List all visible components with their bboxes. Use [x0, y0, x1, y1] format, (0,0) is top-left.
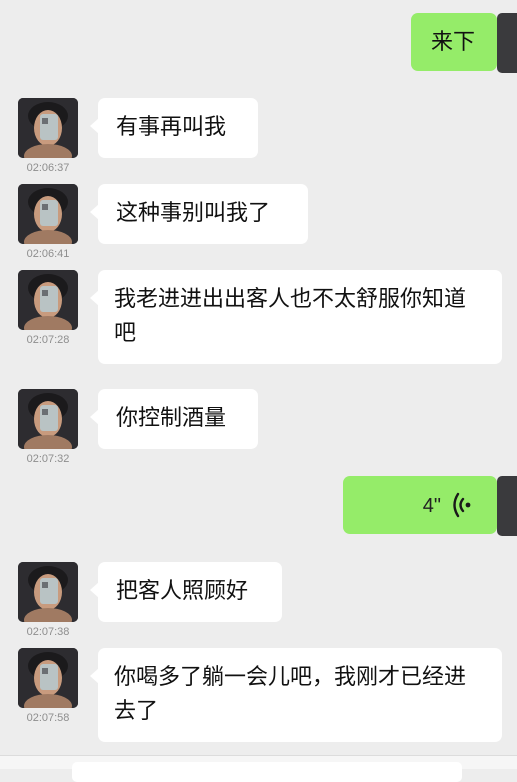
contact-avatar-icon[interactable] [18, 648, 78, 708]
message-incoming: 02:07:58 你喝多了躺一会儿吧，我刚才已经进去了 [0, 648, 517, 744]
message-bubble[interactable]: 我老进进出出客人也不太舒服你知道吧 [90, 270, 502, 364]
self-avatar[interactable] [497, 476, 517, 536]
message-bubble[interactable]: 你喝多了躺一会儿吧，我刚才已经进去了 [90, 648, 502, 742]
message-outgoing: 来下 [0, 0, 517, 80]
contact-avatar-icon[interactable] [18, 562, 78, 622]
contact-avatar-icon[interactable] [18, 184, 78, 244]
voice-wave-icon [453, 492, 471, 518]
message-incoming: 02:06:41 这种事别叫我了 [0, 184, 517, 264]
message-incoming: 02:07:38 把客人照顾好 [0, 562, 517, 642]
chat-message-list[interactable]: 来下 02:06:37 有事再叫我 02:06:41 这种事别叫我了 02:07… [0, 0, 517, 768]
message-incoming: 02:06:37 有事再叫我 [0, 98, 517, 178]
voice-message-bubble[interactable]: 4" [343, 476, 505, 534]
contact-avatar-icon[interactable] [18, 98, 78, 158]
message-bubble[interactable]: 这种事别叫我了 [90, 184, 308, 244]
message-outgoing-voice: 4" [0, 476, 517, 538]
input-bar [0, 755, 517, 782]
message-timestamp: 02:06:41 [26, 248, 70, 260]
message-timestamp: 02:07:58 [26, 712, 70, 724]
voice-duration: 4" [422, 495, 441, 517]
message-incoming: 02:07:32 你控制酒量 [0, 389, 517, 469]
message-bubble[interactable]: 你控制酒量 [90, 389, 258, 449]
contact-avatar-icon[interactable] [18, 389, 78, 449]
message-timestamp: 02:07:38 [26, 626, 70, 638]
self-avatar[interactable] [497, 13, 517, 73]
message-bubble[interactable]: 来下 [411, 13, 505, 71]
message-incoming: 02:07:28 我老进进出出客人也不太舒服你知道吧 [0, 270, 517, 366]
message-input[interactable] [72, 762, 462, 782]
message-timestamp: 02:07:32 [26, 453, 70, 465]
message-bubble[interactable]: 把客人照顾好 [90, 562, 282, 622]
contact-avatar-icon[interactable] [18, 270, 78, 330]
message-timestamp: 02:07:28 [26, 334, 70, 346]
message-timestamp: 02:06:37 [26, 162, 70, 174]
message-bubble[interactable]: 有事再叫我 [90, 98, 258, 158]
